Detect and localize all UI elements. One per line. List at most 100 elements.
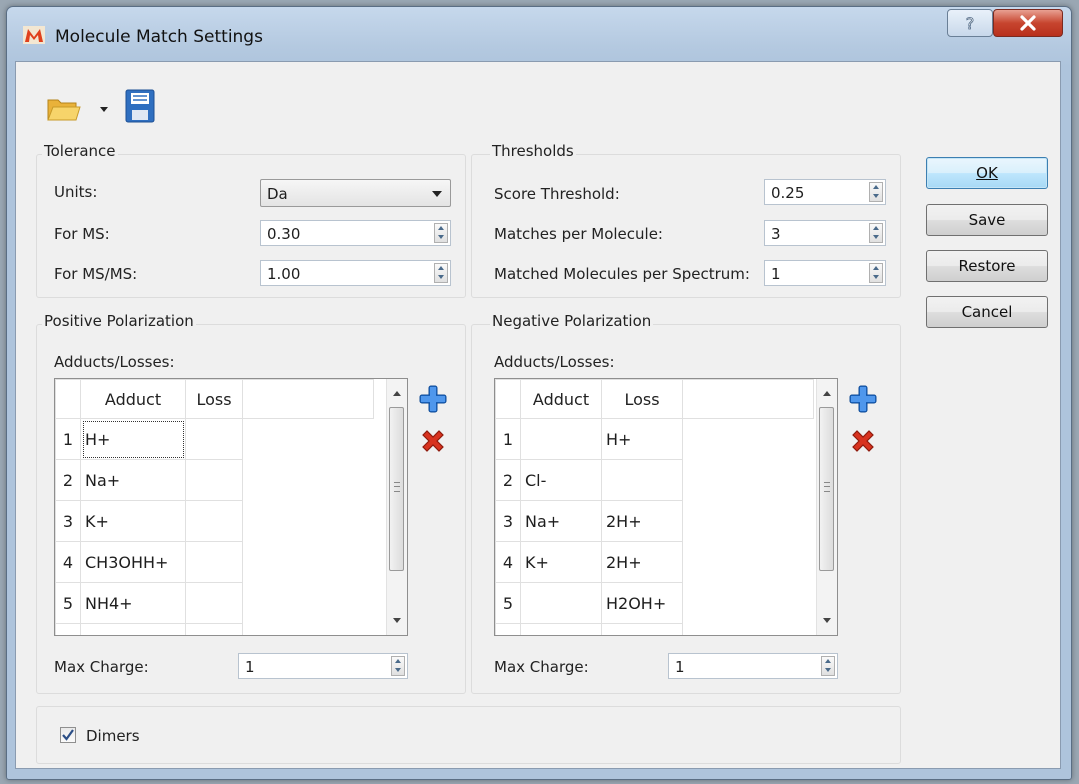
table-row[interactable]: 1 H+ (55, 418, 374, 460)
table-row[interactable]: 2 Na+ (55, 459, 374, 501)
loss-column-header[interactable]: Loss (185, 379, 243, 419)
scroll-down-icon[interactable] (393, 618, 401, 623)
open-folder-icon[interactable] (46, 94, 82, 124)
dimers-checkbox[interactable] (60, 727, 76, 743)
table-row[interactable]: 5 NH4+ (55, 582, 374, 624)
ok-button-label: OK (976, 164, 998, 182)
table-row[interactable] (495, 623, 814, 635)
grip-icon (394, 482, 400, 492)
spin-down-icon (873, 194, 879, 198)
spin-up-icon (438, 266, 444, 270)
score-threshold-value: 0.25 (771, 184, 805, 202)
adduct-cell[interactable] (520, 418, 602, 460)
floppy-disk-icon[interactable] (124, 88, 156, 124)
loss-cell[interactable]: 2H+ (601, 541, 683, 583)
scroll-up-icon[interactable] (393, 391, 401, 396)
add-negative-adduct-button[interactable] (848, 384, 878, 414)
table-row[interactable]: 1 H+ (495, 418, 814, 460)
loss-cell[interactable] (185, 459, 243, 501)
negative-adducts-table[interactable]: Adduct Loss 1 H+ 2 Cl- 3 Na+ 2H+ 4 K+ 2H… (494, 378, 838, 636)
close-button[interactable] (993, 9, 1063, 37)
loss-cell[interactable]: H2OH+ (601, 582, 683, 624)
restore-button[interactable]: Restore (926, 250, 1048, 282)
negative-table-scrollbar[interactable] (816, 379, 837, 635)
adduct-cell[interactable]: NH4+ (80, 582, 186, 624)
table-row[interactable]: 4 CH3OHH+ (55, 541, 374, 583)
table-row[interactable]: 3 Na+ 2H+ (495, 500, 814, 542)
adduct-column-header[interactable]: Adduct (520, 379, 602, 419)
loss-cell[interactable] (601, 459, 683, 501)
help-button[interactable]: ? (947, 9, 993, 37)
row-number: 1 (55, 418, 81, 460)
spin-buttons[interactable] (869, 263, 883, 283)
adduct-cell[interactable]: K+ (520, 541, 602, 583)
dialog-window: Molecule Match Settings ? Tolerance Unit… (6, 6, 1072, 780)
add-positive-adduct-button[interactable] (418, 384, 448, 414)
ok-button[interactable]: OK (926, 157, 1048, 189)
row-number-header (55, 379, 81, 419)
adduct-cell[interactable]: CH3OHH+ (80, 541, 186, 583)
spin-down-icon (438, 235, 444, 239)
negative-max-charge-value: 1 (675, 658, 685, 676)
score-threshold-spinbox[interactable]: 0.25 (764, 179, 886, 205)
adduct-cell[interactable]: Na+ (520, 500, 602, 542)
scroll-down-icon[interactable] (823, 618, 831, 623)
loss-cell[interactable] (185, 418, 243, 460)
molecule-app-icon (23, 26, 45, 44)
restore-button-label: Restore (958, 257, 1016, 275)
matched-molecules-spinbox[interactable]: 1 (764, 260, 886, 286)
spin-buttons[interactable] (434, 263, 448, 283)
loss-cell[interactable] (185, 582, 243, 624)
table-row[interactable]: 2 Cl- (495, 459, 814, 501)
help-icon: ? (965, 14, 974, 34)
matches-per-molecule-spinbox[interactable]: 3 (764, 220, 886, 246)
spin-up-icon (873, 226, 879, 230)
remove-positive-adduct-button[interactable] (418, 426, 448, 456)
loss-cell[interactable] (185, 541, 243, 583)
spin-up-icon (395, 659, 401, 663)
title-bar[interactable]: Molecule Match Settings ? (7, 7, 1071, 59)
scroll-up-icon[interactable] (823, 391, 831, 396)
loss-column-header[interactable]: Loss (601, 379, 683, 419)
save-button[interactable]: Save (926, 204, 1048, 236)
spin-buttons[interactable] (869, 223, 883, 243)
cancel-button[interactable]: Cancel (926, 296, 1048, 328)
row-number: 2 (55, 459, 81, 501)
tolerance-group-title: Tolerance (42, 142, 118, 160)
adduct-cell[interactable]: Na+ (80, 459, 186, 501)
spin-buttons[interactable] (391, 656, 405, 676)
loss-cell[interactable] (185, 500, 243, 542)
units-dropdown[interactable]: Da (260, 179, 451, 207)
positive-max-charge-spinbox[interactable]: 1 (238, 653, 408, 679)
scrollbar-thumb[interactable] (389, 407, 404, 571)
spin-buttons[interactable] (434, 223, 448, 243)
spin-buttons[interactable] (821, 656, 835, 676)
adduct-cell[interactable]: H+ (80, 418, 186, 460)
positive-table-scrollbar[interactable] (386, 379, 407, 635)
remove-negative-adduct-button[interactable] (848, 426, 878, 456)
adduct-cell[interactable] (520, 582, 602, 624)
chevron-down-icon (432, 191, 442, 197)
loss-cell[interactable]: 2H+ (601, 500, 683, 542)
positive-adducts-table[interactable]: Adduct Loss 1 H+ 2 Na+ 3 K+ 4 CH3OHH+ 5 … (54, 378, 408, 636)
negative-max-charge-spinbox[interactable]: 1 (668, 653, 838, 679)
table-row[interactable]: 5 H2OH+ (495, 582, 814, 624)
row-number: 3 (495, 500, 521, 542)
checkmark-icon (62, 729, 74, 741)
table-row[interactable]: 3 K+ (55, 500, 374, 542)
spin-up-icon (825, 659, 831, 663)
adduct-column-header[interactable]: Adduct (80, 379, 186, 419)
chevron-down-icon[interactable] (98, 104, 110, 114)
spin-up-icon (873, 266, 879, 270)
row-number: 4 (495, 541, 521, 583)
scrollbar-thumb[interactable] (819, 407, 834, 571)
for-ms-spinbox[interactable]: 0.30 (260, 220, 451, 246)
table-row[interactable] (55, 623, 374, 635)
matched-molecules-value: 1 (771, 265, 781, 283)
loss-cell[interactable]: H+ (601, 418, 683, 460)
adduct-cell[interactable]: Cl- (520, 459, 602, 501)
spin-buttons[interactable] (869, 182, 883, 202)
table-row[interactable]: 4 K+ 2H+ (495, 541, 814, 583)
adduct-cell[interactable]: K+ (80, 500, 186, 542)
for-msms-spinbox[interactable]: 1.00 (260, 260, 451, 286)
